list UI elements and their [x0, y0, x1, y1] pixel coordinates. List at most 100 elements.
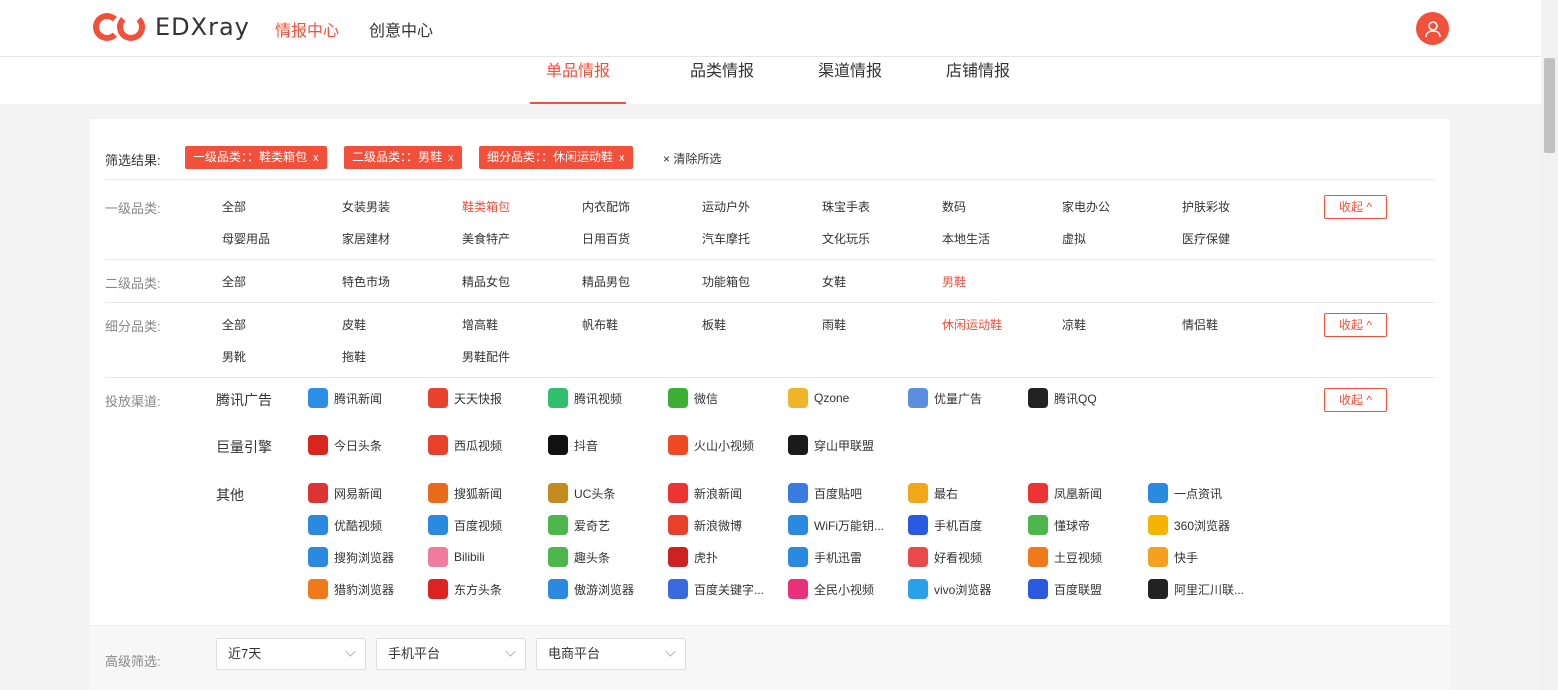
- channel-item[interactable]: 最右: [908, 483, 958, 503]
- channel-item[interactable]: 土豆视频: [1028, 547, 1102, 567]
- channel-item[interactable]: 好看视频: [908, 547, 982, 567]
- time-range-select[interactable]: 近7天: [216, 638, 366, 670]
- channels-collapse-button[interactable]: 收起 ^: [1324, 388, 1387, 412]
- channel-item[interactable]: 东方头条: [428, 579, 502, 599]
- level3-option[interactable]: 男靴: [222, 348, 246, 365]
- channel-item[interactable]: 猎豹浏览器: [308, 579, 394, 599]
- channel-item[interactable]: 百度视频: [428, 515, 502, 535]
- level1-option[interactable]: 家电办公: [1062, 198, 1110, 215]
- level1-option[interactable]: 文化玩乐: [822, 230, 870, 247]
- level1-option[interactable]: 女装男装: [342, 198, 390, 215]
- filter-chip-level2[interactable]: 二级品类：：男鞋 x: [344, 146, 462, 169]
- level2-option[interactable]: 功能箱包: [702, 273, 750, 290]
- level1-option[interactable]: 全部: [222, 198, 246, 215]
- channel-item[interactable]: 优量广告: [908, 388, 982, 408]
- channel-item[interactable]: 傲游浏览器: [548, 579, 634, 599]
- level1-option[interactable]: 母婴用品: [222, 230, 270, 247]
- level1-option[interactable]: 护肤彩妆: [1182, 198, 1230, 215]
- channel-item[interactable]: 网易新闻: [308, 483, 382, 503]
- level1-collapse-button[interactable]: 收起 ^: [1324, 195, 1387, 219]
- level1-option[interactable]: 汽车摩托: [702, 230, 750, 247]
- app-logo[interactable]: EDXray: [93, 10, 250, 44]
- level2-option[interactable]: 精品男包: [582, 273, 630, 290]
- channel-item[interactable]: 抖音: [548, 435, 598, 455]
- chip-close-icon[interactable]: x: [619, 152, 625, 164]
- platform-select[interactable]: 手机平台: [376, 638, 526, 670]
- level3-option[interactable]: 皮鞋: [342, 316, 366, 333]
- channel-item[interactable]: UC头条: [548, 483, 615, 503]
- tab-store-intel[interactable]: 店铺情报: [914, 57, 1042, 104]
- channel-item[interactable]: 腾讯视频: [548, 388, 622, 408]
- level3-option[interactable]: 帆布鞋: [582, 316, 618, 333]
- level1-option[interactable]: 数码: [942, 198, 966, 215]
- level1-option[interactable]: 鞋类箱包: [462, 198, 510, 215]
- channel-item[interactable]: 一点资讯: [1148, 483, 1222, 503]
- tab-category-intel[interactable]: 品类情报: [658, 57, 786, 104]
- channel-item[interactable]: 腾讯QQ: [1028, 388, 1097, 408]
- level3-option[interactable]: 情侣鞋: [1182, 316, 1218, 333]
- level3-option[interactable]: 凉鞋: [1062, 316, 1086, 333]
- channel-item[interactable]: 火山小视频: [668, 435, 754, 455]
- level2-option[interactable]: 女鞋: [822, 273, 846, 290]
- page-scrollbar[interactable]: [1541, 0, 1558, 690]
- level1-option[interactable]: 美食特产: [462, 230, 510, 247]
- channel-item[interactable]: 今日头条: [308, 435, 382, 455]
- nav-creative-center[interactable]: 创意中心: [369, 17, 433, 41]
- channel-item[interactable]: 腾讯新闻: [308, 388, 382, 408]
- channel-item[interactable]: 360浏览器: [1148, 515, 1230, 535]
- level3-option[interactable]: 男鞋配件: [462, 348, 510, 365]
- channel-item[interactable]: 凤凰新闻: [1028, 483, 1102, 503]
- level1-option[interactable]: 家居建材: [342, 230, 390, 247]
- filter-chip-level3[interactable]: 细分品类：：休闲运动鞋 x: [479, 146, 633, 169]
- channel-item[interactable]: 百度贴吧: [788, 483, 862, 503]
- channel-item[interactable]: 西瓜视频: [428, 435, 502, 455]
- level3-collapse-button[interactable]: 收起 ^: [1324, 313, 1387, 337]
- ecommerce-select[interactable]: 电商平台: [536, 638, 686, 670]
- channel-item[interactable]: 阿里汇川联...: [1148, 579, 1244, 599]
- channel-item[interactable]: 百度联盟: [1028, 579, 1102, 599]
- channel-item[interactable]: 搜狗浏览器: [308, 547, 394, 567]
- channel-item[interactable]: 优酷视频: [308, 515, 382, 535]
- channel-item[interactable]: 搜狐新闻: [428, 483, 502, 503]
- channel-item[interactable]: 天天快报: [428, 388, 502, 408]
- channel-item[interactable]: Bilibili: [428, 547, 485, 567]
- level2-option[interactable]: 特色市场: [342, 273, 390, 290]
- channel-item[interactable]: 穿山甲联盟: [788, 435, 874, 455]
- tab-channel-intel[interactable]: 渠道情报: [786, 57, 914, 104]
- level3-option[interactable]: 雨鞋: [822, 316, 846, 333]
- scrollbar-thumb[interactable]: [1544, 58, 1555, 153]
- channel-item[interactable]: 快手: [1148, 547, 1198, 567]
- channel-item[interactable]: 虎扑: [668, 547, 718, 567]
- level1-option[interactable]: 内衣配饰: [582, 198, 630, 215]
- level1-option[interactable]: 日用百货: [582, 230, 630, 247]
- chip-close-icon[interactable]: x: [448, 152, 454, 164]
- channel-item[interactable]: 手机迅雷: [788, 547, 862, 567]
- channel-item[interactable]: 爱奇艺: [548, 515, 610, 535]
- level2-option[interactable]: 男鞋: [942, 273, 966, 290]
- channel-item[interactable]: 全民小视频: [788, 579, 874, 599]
- user-avatar-icon[interactable]: [1416, 12, 1449, 45]
- chip-close-icon[interactable]: x: [313, 152, 319, 164]
- channel-item[interactable]: 手机百度: [908, 515, 982, 535]
- channel-item[interactable]: Qzone: [788, 388, 849, 408]
- tab-product-intel[interactable]: 单品情报: [530, 57, 626, 104]
- channel-item[interactable]: 趣头条: [548, 547, 610, 567]
- channel-item[interactable]: vivo浏览器: [908, 579, 991, 599]
- level3-option[interactable]: 增高鞋: [462, 316, 498, 333]
- nav-intelligence-center[interactable]: 情报中心: [275, 17, 339, 41]
- channel-item[interactable]: 微信: [668, 388, 718, 408]
- level2-option[interactable]: 全部: [222, 273, 246, 290]
- level1-option[interactable]: 珠宝手表: [822, 198, 870, 215]
- level1-option[interactable]: 虚拟: [1062, 230, 1086, 247]
- level3-option[interactable]: 拖鞋: [342, 348, 366, 365]
- channel-item[interactable]: 懂球帝: [1028, 515, 1090, 535]
- level3-option[interactable]: 板鞋: [702, 316, 726, 333]
- level3-option[interactable]: 休闲运动鞋: [942, 316, 1002, 333]
- channel-item[interactable]: 新浪微博: [668, 515, 742, 535]
- filter-chip-level1[interactable]: 一级品类：：鞋类箱包 x: [185, 146, 327, 169]
- level3-option[interactable]: 全部: [222, 316, 246, 333]
- level1-option[interactable]: 医疗保健: [1182, 230, 1230, 247]
- channel-item[interactable]: 新浪新闻: [668, 483, 742, 503]
- level1-option[interactable]: 运动户外: [702, 198, 750, 215]
- channel-item[interactable]: 百度关键字...: [668, 579, 764, 599]
